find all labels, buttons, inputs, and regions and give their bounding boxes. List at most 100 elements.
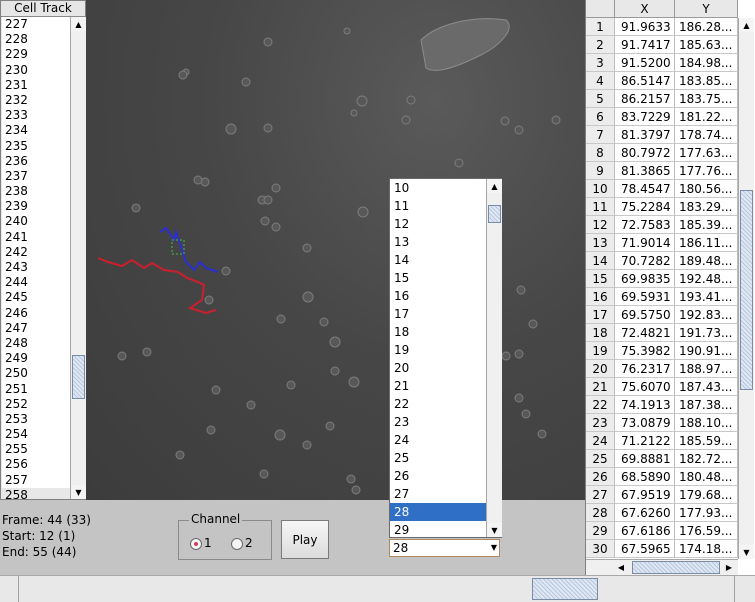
channel-2-radio[interactable] — [231, 538, 243, 550]
table-row[interactable]: 25 69.8881 182.72... — [586, 450, 738, 468]
y-value-cell[interactable]: 193.41... — [675, 288, 738, 306]
column-header-x[interactable]: X — [615, 0, 675, 18]
table-row[interactable]: 22 74.1913 187.38... — [586, 396, 738, 414]
scroll-right-arrow-icon[interactable] — [734, 576, 755, 602]
row-index-cell[interactable]: 16 — [586, 288, 615, 306]
y-value-cell[interactable]: 189.48... — [675, 252, 738, 270]
frame-option[interactable]: 24 — [390, 431, 486, 449]
cell-track-item[interactable]: 234 — [2, 123, 70, 138]
y-value-cell[interactable]: 178.74... — [675, 126, 738, 144]
main-horizontal-scrollbar[interactable] — [0, 575, 755, 602]
y-value-cell[interactable]: 174.18... — [675, 540, 738, 558]
x-value-cell[interactable]: 67.5965 — [615, 540, 675, 558]
table-row[interactable]: 6 83.7229 181.22... — [586, 108, 738, 126]
x-value-cell[interactable]: 91.5200 — [615, 54, 675, 72]
frame-option[interactable]: 28 — [390, 503, 486, 521]
x-value-cell[interactable]: 91.9633 — [615, 18, 675, 36]
row-index-cell[interactable]: 27 — [586, 486, 615, 504]
scroll-thumb[interactable] — [488, 205, 501, 223]
scroll-up-arrow-icon[interactable]: ▲ — [71, 17, 86, 31]
frame-option[interactable]: 23 — [390, 413, 486, 431]
y-value-cell[interactable]: 180.56... — [675, 180, 738, 198]
column-header-y[interactable]: Y — [675, 0, 738, 18]
frame-select[interactable]: 28 ▼ — [389, 539, 500, 557]
frame-dropdown-list[interactable]: 10 11 12 13 14 15 16 17 18 19 20 21 22 23 24 25 26 27 28 29… — [389, 178, 502, 538]
cell-track-item[interactable]: 245 — [2, 290, 70, 305]
table-row[interactable]: 17 69.5750 192.83... — [586, 306, 738, 324]
row-index-cell[interactable]: 8 — [586, 144, 615, 162]
cell-track-item[interactable]: 246 — [2, 306, 70, 321]
y-value-cell[interactable]: 180.48... — [675, 468, 738, 486]
y-value-cell[interactable]: 188.97... — [675, 360, 738, 378]
table-row[interactable]: 11 75.2284 183.29... — [586, 198, 738, 216]
cell-track-item[interactable]: 252 — [2, 397, 70, 412]
row-index-cell[interactable]: 2 — [586, 36, 615, 54]
cell-track-item[interactable]: 253 — [2, 412, 70, 427]
scroll-thumb[interactable] — [740, 190, 753, 390]
y-value-cell[interactable]: 182.72... — [675, 450, 738, 468]
x-value-cell[interactable]: 72.7583 — [615, 216, 675, 234]
row-index-cell[interactable]: 13 — [586, 234, 615, 252]
scroll-thumb[interactable] — [532, 578, 598, 600]
video-frame-view[interactable] — [86, 0, 585, 500]
cell-track-item[interactable]: 250 — [2, 366, 70, 381]
x-value-cell[interactable]: 81.3797 — [615, 126, 675, 144]
cell-track-item[interactable]: 227 — [2, 17, 70, 32]
table-row[interactable]: 7 81.3797 178.74... — [586, 126, 738, 144]
x-value-cell[interactable]: 67.6186 — [615, 522, 675, 540]
table-row[interactable]: 15 69.9835 192.48... — [586, 270, 738, 288]
scroll-right-arrow-icon[interactable]: ▶ — [722, 560, 736, 575]
y-value-cell[interactable]: 192.83... — [675, 306, 738, 324]
frame-option[interactable]: 27 — [390, 485, 486, 503]
table-row[interactable]: 19 75.3982 190.91... — [586, 342, 738, 360]
y-value-cell[interactable]: 188.10... — [675, 414, 738, 432]
row-index-cell[interactable]: 28 — [586, 504, 615, 522]
frame-option[interactable]: 25 — [390, 449, 486, 467]
cell-track-item[interactable]: 254 — [2, 427, 70, 442]
cell-track-item[interactable]: 236 — [2, 154, 70, 169]
y-value-cell[interactable]: 187.38... — [675, 396, 738, 414]
row-index-cell[interactable]: 26 — [586, 468, 615, 486]
x-value-cell[interactable]: 75.6070 — [615, 378, 675, 396]
x-value-cell[interactable]: 74.1913 — [615, 396, 675, 414]
frame-option[interactable]: 20 — [390, 359, 486, 377]
y-value-cell[interactable]: 183.29... — [675, 198, 738, 216]
cell-track-item[interactable]: 255 — [2, 442, 70, 457]
scroll-left-arrow-icon[interactable] — [0, 576, 19, 602]
row-index-cell[interactable]: 20 — [586, 360, 615, 378]
y-value-cell[interactable]: 190.91... — [675, 342, 738, 360]
table-row[interactable]: 30 67.5965 174.18... — [586, 540, 738, 558]
cell-track-item[interactable]: 240 — [2, 214, 70, 229]
frame-list-scrollbar[interactable]: ▲ ▼ — [486, 179, 502, 537]
table-row[interactable]: 10 78.4547 180.56... — [586, 180, 738, 198]
y-value-cell[interactable]: 186.28... — [675, 18, 738, 36]
cell-track-item[interactable]: 247 — [2, 321, 70, 336]
cell-track-item[interactable]: 241 — [2, 230, 70, 245]
table-row[interactable]: 26 68.5890 180.48... — [586, 468, 738, 486]
frame-option[interactable]: 21 — [390, 377, 486, 395]
frame-option[interactable]: 16 — [390, 287, 486, 305]
cell-track-item[interactable]: 256 — [2, 457, 70, 472]
x-value-cell[interactable]: 70.7282 — [615, 252, 675, 270]
y-value-cell[interactable]: 177.63... — [675, 144, 738, 162]
row-index-cell[interactable]: 7 — [586, 126, 615, 144]
table-row[interactable]: 3 91.5200 184.98... — [586, 54, 738, 72]
x-value-cell[interactable]: 69.8881 — [615, 450, 675, 468]
table-row[interactable]: 24 71.2122 185.59... — [586, 432, 738, 450]
x-value-cell[interactable]: 78.4547 — [615, 180, 675, 198]
y-value-cell[interactable]: 183.85... — [675, 72, 738, 90]
frame-option[interactable]: 19 — [390, 341, 486, 359]
row-index-cell[interactable]: 1 — [586, 18, 615, 36]
row-index-cell[interactable]: 19 — [586, 342, 615, 360]
cell-track-item[interactable]: 231 — [2, 78, 70, 93]
y-value-cell[interactable]: 185.59... — [675, 432, 738, 450]
row-index-cell[interactable]: 22 — [586, 396, 615, 414]
frame-option[interactable]: 22 — [390, 395, 486, 413]
table-row[interactable]: 14 70.7282 189.48... — [586, 252, 738, 270]
x-value-cell[interactable]: 81.3865 — [615, 162, 675, 180]
table-row[interactable]: 28 67.6260 177.93... — [586, 504, 738, 522]
x-value-cell[interactable]: 91.7417 — [615, 36, 675, 54]
x-value-cell[interactable]: 80.7972 — [615, 144, 675, 162]
table-vertical-scrollbar[interactable]: ▲ ▼ — [738, 18, 754, 559]
scroll-up-arrow-icon[interactable]: ▲ — [487, 179, 502, 193]
